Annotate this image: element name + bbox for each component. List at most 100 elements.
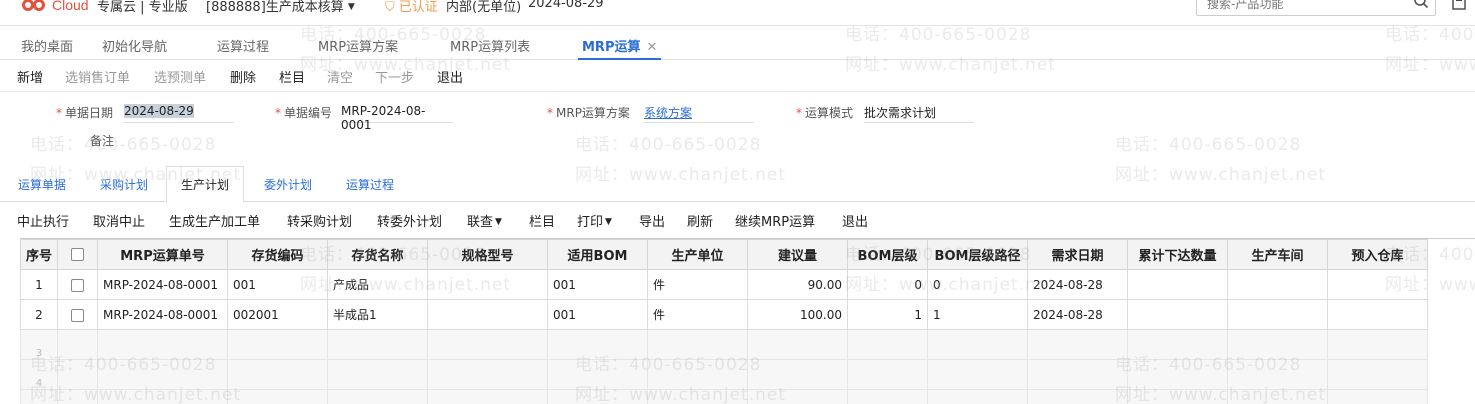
main-tabs: 我的桌面 初始化导航 运算过程 MRP运算方案 MRP运算列表 MRP运算 ✕ — [0, 30, 1475, 60]
clear-button[interactable]: 清空 — [327, 67, 353, 86]
subtab-purchase-plan[interactable]: 采购计划 — [100, 176, 148, 193]
subtab-outsource-plan[interactable]: 委外计划 — [264, 176, 312, 193]
cell-warehouse[interactable] — [1327, 299, 1428, 330]
col-header-bom-level[interactable]: BOM层级 — [847, 239, 928, 270]
cell-workshop[interactable] — [1227, 299, 1328, 330]
cert-badge[interactable]: ⛉ 已认证 — [385, 0, 438, 15]
cell-mrp-no[interactable]: MRP-2024-08-0001 — [97, 299, 228, 330]
add-button[interactable]: 新增 — [17, 67, 43, 86]
mrp-plan-link[interactable]: 系统方案 — [644, 106, 692, 120]
cell-bom-path[interactable]: 1 — [927, 299, 1028, 330]
cell-demand-date[interactable]: 2024-08-28 — [1027, 299, 1128, 330]
cell-item-name[interactable]: 产成品 — [327, 269, 428, 300]
cell-item-code[interactable]: 001 — [227, 269, 328, 300]
col-header-issued-qty[interactable]: 累计下达数量 — [1127, 239, 1228, 270]
tab-mrp-list[interactable]: MRP运算列表 — [450, 36, 530, 60]
col-header-item-name[interactable]: 存货名称 — [327, 239, 428, 270]
cell-bom-level[interactable]: 1 — [847, 299, 928, 330]
search-icon[interactable] — [1413, 0, 1429, 9]
col-header-bom-path[interactable]: BOM层级路径 — [927, 239, 1028, 270]
subtab-calc-process[interactable]: 运算过程 — [346, 176, 394, 193]
col-header-workshop[interactable]: 生产车间 — [1227, 239, 1328, 270]
select-sales-order-button[interactable]: 选销售订单 — [65, 67, 130, 86]
cell-item-code[interactable]: 002001 — [227, 299, 328, 330]
subtab-calc-docs-label[interactable]: 运算单据 — [18, 176, 66, 193]
to-outsource-plan-button[interactable]: 转委外计划 — [377, 211, 442, 230]
tab-mrp-calc[interactable]: MRP运算 ✕ — [578, 36, 662, 60]
select-forecast-button[interactable]: 选预测单 — [154, 67, 206, 86]
cell-unit[interactable]: 件 — [647, 269, 748, 300]
tab-init-nav[interactable]: 初始化导航 — [102, 36, 167, 60]
cell-bom[interactable]: 001 — [547, 299, 648, 330]
unit-label: 内部(无单位) — [446, 0, 522, 15]
empty-row[interactable]: 5 — [20, 389, 1428, 404]
cell-warehouse[interactable] — [1327, 269, 1428, 300]
grid-columns-button[interactable]: 栏目 — [529, 211, 555, 230]
cell-item-name[interactable]: 半成品1 — [327, 299, 428, 330]
suspend-button[interactable]: 中止执行 — [17, 211, 69, 230]
col-header-demand-date[interactable]: 需求日期 — [1027, 239, 1128, 270]
linked-query-button[interactable]: 联查 ▼ — [467, 211, 502, 230]
cell-spec[interactable] — [427, 269, 548, 300]
cell-spec[interactable] — [427, 299, 548, 330]
col-header-bom[interactable]: 适用BOM — [547, 239, 648, 270]
cell-bom[interactable]: 001 — [547, 269, 648, 300]
col-header-spec[interactable]: 规格型号 — [427, 239, 548, 270]
refresh-button[interactable]: 刷新 — [687, 211, 713, 230]
close-icon[interactable]: ✕ — [646, 40, 657, 55]
print-button[interactable]: 打印 ▼ — [577, 211, 612, 230]
cell-mrp-no[interactable]: MRP-2024-08-0001 — [97, 269, 228, 300]
table-row[interactable]: 2 MRP-2024-08-0001 002001 半成品1 001 件 100… — [20, 299, 1428, 330]
columns-button[interactable]: 栏目 — [279, 67, 305, 86]
tab-calc-process[interactable]: 运算过程 — [217, 36, 269, 60]
tab-desktop[interactable]: 我的桌面 — [21, 36, 73, 60]
col-header-seq[interactable]: 序号 — [20, 239, 58, 270]
doc-date-label-text: 单据日期 — [65, 106, 114, 120]
next-step-button[interactable]: 下一步 — [375, 67, 414, 86]
cell-workshop[interactable] — [1227, 269, 1328, 300]
exit-button[interactable]: 退出 — [437, 67, 463, 86]
col-header-warehouse[interactable]: 预入仓库 — [1327, 239, 1428, 270]
calc-mode-field[interactable]: 批次需求计划 — [864, 104, 974, 123]
cancel-suspend-button[interactable]: 取消中止 — [93, 211, 145, 230]
empty-row[interactable]: 3 — [20, 329, 1428, 360]
exit-plan-button[interactable]: 退出 — [842, 211, 868, 230]
cell-select[interactable] — [57, 269, 98, 300]
export-button[interactable]: 导出 — [639, 211, 665, 230]
search-input[interactable] — [1197, 0, 1397, 15]
save-icon[interactable] — [1452, 0, 1466, 10]
search-box — [1196, 0, 1436, 16]
cell-issued-qty[interactable] — [1127, 269, 1228, 300]
continue-mrp-button[interactable]: 继续MRP运算 — [735, 211, 815, 230]
account-selector[interactable]: [888888]生产成本核算 ▼ — [206, 0, 355, 15]
cell-bom-level[interactable]: 0 — [847, 269, 928, 300]
col-header-select[interactable] — [57, 239, 98, 270]
empty-row[interactable]: 4 — [20, 359, 1428, 390]
cell-suggest-qty[interactable]: 100.00 — [747, 299, 848, 330]
to-purchase-plan-button[interactable]: 转采购计划 — [287, 211, 352, 230]
col-header-item-code[interactable]: 存货编码 — [227, 239, 328, 270]
cell-suggest-qty[interactable]: 90.00 — [747, 269, 848, 300]
remark-field[interactable] — [124, 132, 234, 151]
col-header-unit[interactable]: 生产单位 — [647, 239, 748, 270]
cell-unit[interactable]: 件 — [647, 299, 748, 330]
delete-button[interactable]: 删除 — [230, 67, 256, 86]
cell-bom-path[interactable]: 0 — [927, 269, 1028, 300]
row-checkbox[interactable] — [71, 308, 84, 322]
row-checkbox[interactable] — [71, 278, 84, 292]
doc-no-field[interactable]: MRP-2024-08-0001 — [341, 104, 453, 132]
doc-date-field[interactable]: 2024-08-29 — [124, 104, 234, 123]
subtab-production-plan[interactable]: 生产计划 — [166, 166, 245, 203]
tab-mrp-plan[interactable]: MRP运算方案 — [318, 36, 398, 60]
col-header-mrp-no[interactable]: MRP运算单号 — [97, 239, 228, 270]
cell-select[interactable] — [57, 299, 98, 330]
cell-demand-date[interactable]: 2024-08-28 — [1027, 269, 1128, 300]
generate-work-order-button[interactable]: 生成生产加工单 — [169, 211, 260, 230]
col-header-suggest-qty[interactable]: 建议量 — [747, 239, 848, 270]
calc-mode-label-text: 运算模式 — [805, 106, 854, 120]
table-row[interactable]: 1 MRP-2024-08-0001 001 产成品 001 件 90.00 0… — [20, 269, 1428, 300]
cell-issued-qty[interactable] — [1127, 299, 1228, 330]
mrp-plan-label: * MRP运算方案 — [547, 106, 630, 120]
mrp-plan-field[interactable]: 系统方案 — [644, 104, 754, 123]
select-all-checkbox[interactable] — [71, 248, 84, 261]
